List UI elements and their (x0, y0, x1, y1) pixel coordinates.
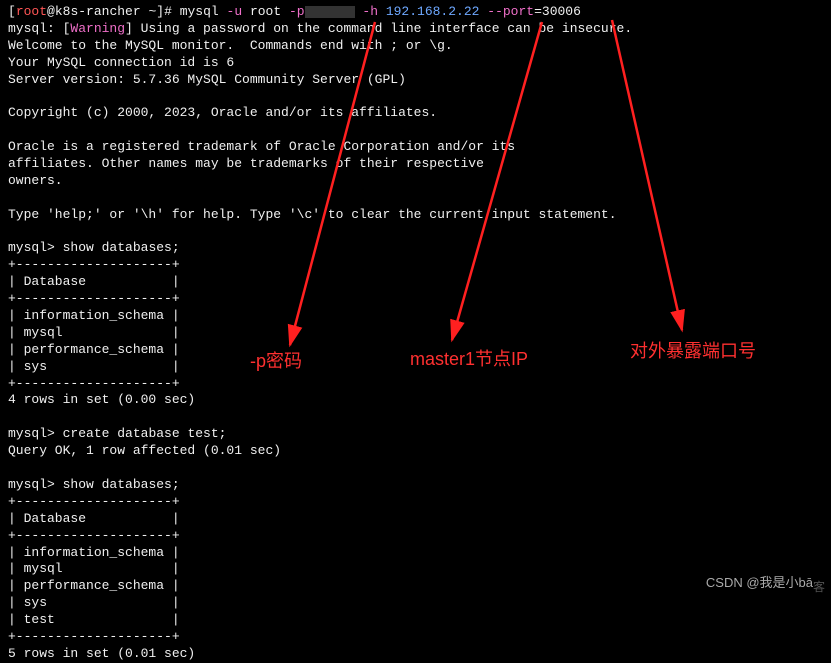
table-row: | mysql | (8, 561, 823, 578)
warning-line: mysql: [Warning] Using a password on the… (8, 21, 823, 38)
port-flag: --port (487, 4, 534, 19)
intro-line: Welcome to the MySQL monitor. Commands e… (8, 38, 823, 55)
intro-line: Your MySQL connection id is 6 (8, 55, 823, 72)
table-divider: +--------------------+ (8, 629, 823, 646)
mysql-bin: mysql (180, 4, 219, 19)
sql-command: create database test; (63, 426, 227, 441)
terminal-output: [root@k8s-rancher ~]# mysql -u root -p -… (8, 4, 823, 663)
prompt-path: ~ (148, 4, 156, 19)
intro-line: Server version: 5.7.36 MySQL Community S… (8, 72, 823, 89)
table-row: | information_schema | (8, 308, 823, 325)
table-divider: +--------------------+ (8, 528, 823, 545)
table-divider: +--------------------+ (8, 257, 823, 274)
user-val: root (250, 4, 281, 19)
watermark: CSDN @我是小bā (706, 575, 813, 592)
mysql-prompt-line[interactable]: mysql> show databases; (8, 477, 823, 494)
annotation-master-ip: master1节点IP (410, 348, 528, 371)
pass-flag: -p (289, 4, 305, 19)
table-divider: +--------------------+ (8, 376, 823, 393)
mysql-prompt-line[interactable]: mysql> show databases; (8, 240, 823, 257)
sql-command: show databases; (63, 477, 180, 492)
prompt-user: root (16, 4, 47, 19)
table-row: | information_schema | (8, 545, 823, 562)
shell-prompt-line: [root@k8s-rancher ~]# mysql -u root -p -… (8, 4, 823, 21)
host-val: 192.168.2.22 (386, 4, 480, 19)
mysql-prompt-line[interactable]: mysql> create database test; (8, 426, 823, 443)
warning-word: Warning (70, 21, 125, 36)
copyright-line: Copyright (c) 2000, 2023, Oracle and/or … (8, 105, 823, 122)
result-line: Query OK, 1 row affected (0.01 sec) (8, 443, 823, 460)
port-val: 30006 (542, 4, 581, 19)
table-divider: +--------------------+ (8, 291, 823, 308)
annotation-port: 对外暴露端口号 (630, 340, 756, 363)
user-flag: -u (227, 4, 243, 19)
trademark-line: Oracle is a registered trademark of Orac… (8, 139, 823, 156)
table-header: | Database | (8, 274, 823, 291)
table-header: | Database | (8, 511, 823, 528)
table-divider: +--------------------+ (8, 494, 823, 511)
prompt-host: k8s-rancher (55, 4, 141, 19)
sql-command: show databases; (63, 240, 180, 255)
annotation-password: -p密码 (250, 350, 302, 373)
trademark-line: owners. (8, 173, 823, 190)
result-line: 4 rows in set (0.00 sec) (8, 392, 823, 409)
table-row: | test | (8, 612, 823, 629)
table-row: | performance_schema | (8, 578, 823, 595)
help-line: Type 'help;' or '\h' for help. Type '\c'… (8, 207, 823, 224)
watermark-sub: 客 (813, 580, 825, 596)
host-flag: -h (362, 4, 378, 19)
trademark-line: affiliates. Other names may be trademark… (8, 156, 823, 173)
password-redacted (305, 6, 355, 18)
result-line: 5 rows in set (0.01 sec) (8, 646, 823, 663)
